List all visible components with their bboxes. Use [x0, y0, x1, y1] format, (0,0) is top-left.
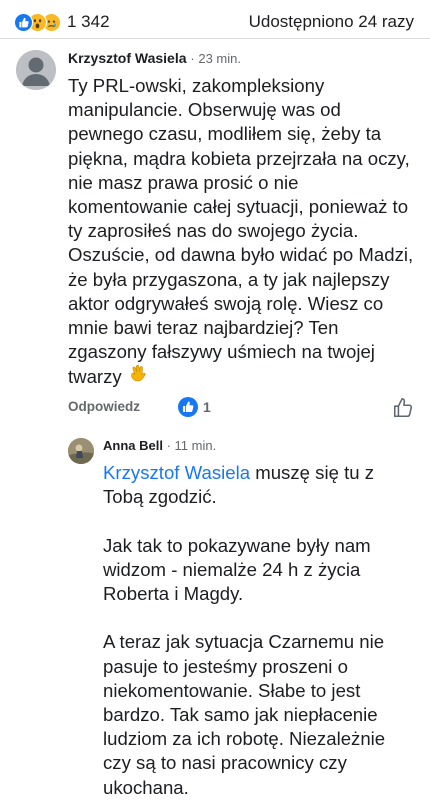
- avatar[interactable]: [16, 50, 56, 90]
- waving-hand-icon: [127, 364, 149, 392]
- reply-paragraph-1: Krzysztof Wasiela muszę się tu z Tobą zg…: [103, 461, 418, 509]
- default-avatar-icon: [16, 50, 56, 90]
- like-icon: [14, 12, 33, 32]
- reply-text: Krzysztof Wasiela muszę się tu z Tobą zg…: [103, 461, 418, 800]
- like-button[interactable]: [392, 397, 414, 424]
- comment-actions: Odpowiedz 1: [68, 397, 418, 424]
- reply-button[interactable]: Odpowiedz: [68, 399, 140, 414]
- reply-time: · 11 min.: [166, 438, 217, 453]
- comment-like-count: 1: [203, 399, 211, 415]
- reactions-summary[interactable]: 1 342: [14, 12, 110, 32]
- comment-body: Ty PRL-owski, zakompleksiony manipulanci…: [68, 75, 414, 388]
- comment-author-line: Krzysztof Wasiela · 23 min.: [68, 50, 241, 66]
- like-icon: [178, 397, 198, 417]
- reply-avatar[interactable]: [68, 438, 94, 464]
- comment-like-summary[interactable]: 1: [178, 397, 211, 417]
- comment-time: · 23 min.: [190, 51, 241, 66]
- reply-author-line: Anna Bell · 11 min.: [103, 438, 216, 453]
- shares-count[interactable]: Udostępniono 24 razy: [249, 12, 414, 32]
- comment-text: Ty PRL-owski, zakompleksiony manipulanci…: [68, 74, 418, 393]
- profile-photo-icon: [68, 438, 94, 464]
- reply-paragraph-2: Jak tak to pokazywane były nam widzom - …: [103, 534, 371, 604]
- reaction-count: 1 342: [67, 12, 110, 31]
- reply-author[interactable]: Anna Bell: [103, 438, 163, 453]
- comment-author[interactable]: Krzysztof Wasiela: [68, 50, 187, 66]
- divider: [0, 38, 430, 39]
- thumbs-up-outline-icon: [393, 398, 413, 418]
- mention-link[interactable]: Krzysztof Wasiela: [103, 462, 250, 483]
- reply-paragraph-3: A teraz jak sytuacja Czarnemu nie pasuje…: [103, 631, 386, 798]
